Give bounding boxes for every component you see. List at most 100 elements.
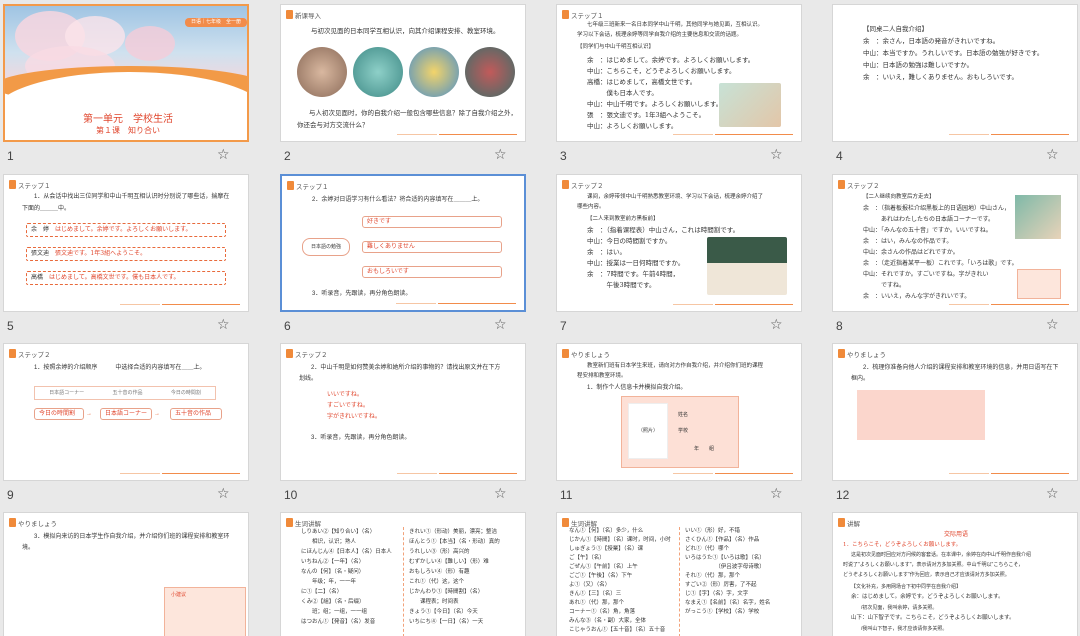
praise-text: すごいですね。: [327, 402, 369, 409]
star-icon[interactable]: ☆: [217, 316, 230, 333]
dialog-line: 余 ：（指着课程表）中山さん，これは時間割です。: [587, 226, 740, 234]
section-header: やりましょう: [571, 351, 610, 359]
slide-9[interactable]: ステップ２ 1．按照余婷的介绍顺序 中选择合适的内容填写在＿＿上。 日本語コーナ…: [3, 343, 249, 481]
example-translation: /我叫山下智子，我才应该请你多关照。: [851, 626, 948, 632]
vocab-item: あれ①（代）那，那个: [569, 600, 625, 606]
choice-item: 五十音の作品: [112, 390, 143, 396]
slide-8[interactable]: ステップ２ 【二人继续向教室后方走去】 余 ：（指着板报栏介绍黑板上的日语园地）…: [832, 174, 1078, 312]
question-text: 1．从会话中找出三位同学和中山千明互相认识时分别说了哪些话，揣摩在: [34, 194, 230, 200]
text-line: 七年级三班新来一名日本同学中山千明，其他同学与她见面，互相认识。: [587, 22, 764, 28]
answer-area: [857, 390, 985, 440]
example-line: 山下：山下智子です。こちらこそ，どうぞよろしくお願いします。: [851, 615, 1015, 621]
speaker-name: 余 婷: [31, 227, 50, 233]
star-icon[interactable]: ☆: [217, 485, 230, 502]
star-icon[interactable]: ☆: [494, 485, 507, 502]
slide-10[interactable]: ステップ２ 2．中山千明是如何赞美余婷和她所介绍的事物的？请找出原文并在下方 划…: [280, 343, 526, 481]
explanation-line: どうぞよろしくお願いします"作为回应，表示自己才应该请对方多加关照。: [843, 572, 1010, 578]
speaker-name: 高橋: [31, 275, 44, 281]
star-icon[interactable]: ☆: [1046, 316, 1059, 333]
star-icon[interactable]: ☆: [494, 146, 507, 163]
section-header: 生词讲解: [571, 520, 597, 528]
slide-13[interactable]: やりましょう 3．模拟向来访的日本学生作自我介绍，并介绍你们班的课程安排和教室环…: [3, 512, 249, 636]
classroom-illustration: [719, 83, 781, 127]
star-icon[interactable]: ☆: [217, 146, 230, 163]
slide-1[interactable]: 日语｜七年级 全一册 第一单元 学校生活 第１课 知り合い: [3, 4, 249, 142]
dialog-line: 余 ：（走近指着某平一板）これです。「いろは歌」です。: [863, 260, 1018, 267]
example-heading: 【文化补充，多用网场合下初中同学在自我介绍】: [851, 584, 962, 590]
slide-14[interactable]: 生词讲解 しりあい②【知り合い】（名） 相识，认识；熟人 にほんじん④【日本人】…: [280, 512, 526, 636]
slide-15[interactable]: 生词讲解 なん①【何】（名）多少，什么 じかん①【時間】（名）课时，时间，小时 …: [556, 512, 802, 636]
vocab-column-left: なん①【何】（名）多少，什么 じかん①【時間】（名）课时，时间，小时 しゅぎょう…: [569, 527, 671, 635]
vocab-item: はつおん①【発音】（名）发音: [301, 619, 376, 625]
question-text: 3．模拟向来访的日本学生作自我介绍，并介绍你们班的课程安排和教室环: [34, 534, 230, 540]
slide-7[interactable]: ステップ２ 课间，余婷带领中山千明熟悉教室环境、学习以下会话，梳理余婷介绍了 哪…: [556, 174, 802, 312]
lesson-title: 第１课 知り合い: [96, 126, 160, 135]
flow-box: 日本語コーナー: [100, 408, 152, 420]
star-icon[interactable]: ☆: [1046, 146, 1059, 163]
vocab-item: じかん①【時間】（名）课时，时间，小时: [569, 537, 671, 543]
text-line: 【二人来到教室前方黑板前】: [587, 216, 659, 222]
vocab-item: ごぜん①【午前】（名）上午: [569, 564, 638, 570]
arrow-right-icon: →: [86, 411, 92, 417]
vocab-item: すごい②（形）厉害，了不起: [685, 582, 757, 588]
slide-grid: 日语｜七年级 全一册 第一单元 学校生活 第１课 知り合い 1 ☆ 新课导入 与…: [0, 0, 1080, 636]
slide-tag-icon: [286, 10, 293, 19]
dialog-line: 僕も日本人です。: [587, 89, 658, 97]
slide-tag-icon: [838, 180, 845, 189]
text-line: 【同桌二人自我介绍】: [863, 25, 928, 33]
dialog-line: 余 ：（指着板报栏介绍黑板上的日语园地）中山さん，: [863, 205, 1011, 212]
question-text-3: 3．听录音，先跟读，再分角色朗读。: [311, 435, 411, 441]
star-icon[interactable]: ☆: [770, 316, 783, 333]
star-icon[interactable]: ☆: [494, 316, 507, 333]
slide-6[interactable]: ステップ１ 2．余婷对日语学习有什么看法？将合适的内容填写在＿＿＿上。 日本語の…: [280, 174, 526, 312]
dialog-line: 余 ：7時間です。午前4時間，: [587, 270, 680, 278]
explanation-line: 时说了"よろしくお願いします"，表示请对方多加关照。中山千明以"こちらこそ，: [843, 562, 1024, 568]
example-line: 余：はじめまして。余婷です。どうぞよろしくお願いします。: [851, 594, 1004, 600]
slide-3[interactable]: ステップ１ 七年级三班新来一名日本同学中山千明，其他同学与她见面，互相认识。 学…: [556, 4, 802, 142]
poem-card: [1017, 269, 1061, 299]
vocab-item: （伊吕波字母诗歌）: [685, 564, 765, 570]
praise-text: 字がきれいですね。: [327, 413, 381, 420]
dialog-line: 中山：「みんなの五十音」ですか。いいですね。: [863, 227, 992, 234]
field-school-label: 学校: [678, 428, 689, 434]
unit-title: 第一单元 学校生活: [83, 114, 173, 125]
question-text-2: 你还会与对方交流什么？: [297, 122, 369, 129]
vocab-item: ほんとう①【本当】（名・形动）真的: [409, 539, 500, 545]
teacher-photo: [353, 47, 403, 97]
slide-5[interactable]: ステップ１ 1．从会话中找出三位同学和中山千明互相认识时分别说了哪些话，揣摩在 …: [3, 174, 249, 312]
question-text: 1．按照余婷的介绍顺序 中选择合适的内容填写在＿＿上。: [34, 365, 206, 371]
dialog-line: 余 ：余さん，日本語の発音がきれいですね。: [863, 37, 1000, 45]
vocab-item: に①【二】（名）: [301, 589, 343, 595]
question-text-2: 境。: [22, 545, 35, 551]
vocab-item: それ①（代）那，那个: [685, 573, 741, 579]
star-icon[interactable]: ☆: [770, 146, 783, 163]
dialog-line: 高橋：はじめまして，高橋文世です。: [587, 78, 697, 86]
dialog-line: 中山：日本語の勉強は難しいですか。: [863, 61, 974, 69]
slide-4[interactable]: 【同桌二人自我介绍】 余 ：余さん，日本語の発音がきれいですね。 中山：本当です…: [832, 4, 1078, 142]
vocab-item: さくひん①【作品】（名）作品: [685, 537, 760, 543]
vocab-item: にほんじん④【日本人】（名）日本人: [301, 549, 392, 555]
text-line: 学习以下会话，梳理余婷等同学自我介绍的主要信息和交流的话题。: [577, 32, 743, 38]
tip-card: 小建议: [164, 587, 246, 636]
slide-number: 5: [7, 319, 14, 333]
info-card: （照片） 姓名 学校 年 組: [621, 396, 739, 468]
question-text: 2．中山千明是如何赞美余婷和她所介绍的事物的？请找出原文并在下方: [311, 365, 501, 371]
slide-2[interactable]: 新课导入 与初次见面的日本同学互相认识，向其介绍课程安排、教室环境。 与人初次见…: [280, 4, 526, 142]
vocab-item: みんな③（名・副）大家，全体: [569, 618, 647, 624]
vocab-item: きん①【三】（名）三: [569, 591, 622, 597]
slide-number: 6: [284, 319, 291, 333]
slide-16[interactable]: 讲解 交际用语 1．こちらこそ，どうぞよろしくお願いします。 这是初次见面时回应…: [832, 512, 1078, 636]
star-icon[interactable]: ☆: [770, 485, 783, 502]
answer-box: 高橋 はじめまして。高橋文世です。僕も日本人です。: [26, 271, 226, 285]
intro-text: 与初次见面的日本同学互相认识，向其介绍课程安排、教室环境。: [311, 28, 500, 35]
section-header: 新课导入: [295, 12, 321, 20]
slide-11[interactable]: やりましょう 教室新们班有日本学生来班，请向对方作自我介绍，并介绍你们班的课程 …: [556, 343, 802, 481]
section-header: ステップ１: [571, 12, 604, 20]
vocab-item: いちねん②【一年】（名）: [301, 559, 365, 565]
vocab-item: しゅぎょう①【授業】（名）课: [569, 546, 643, 552]
students-illustration: [1015, 195, 1061, 239]
slide-12[interactable]: やりましょう 2．梳理你准备向他人介绍的课程安排和教室环境的信息，并用日语写在下…: [832, 343, 1078, 481]
section-header: ステップ１: [18, 182, 51, 190]
slide-tag-icon: [287, 181, 294, 190]
star-icon[interactable]: ☆: [1046, 485, 1059, 502]
